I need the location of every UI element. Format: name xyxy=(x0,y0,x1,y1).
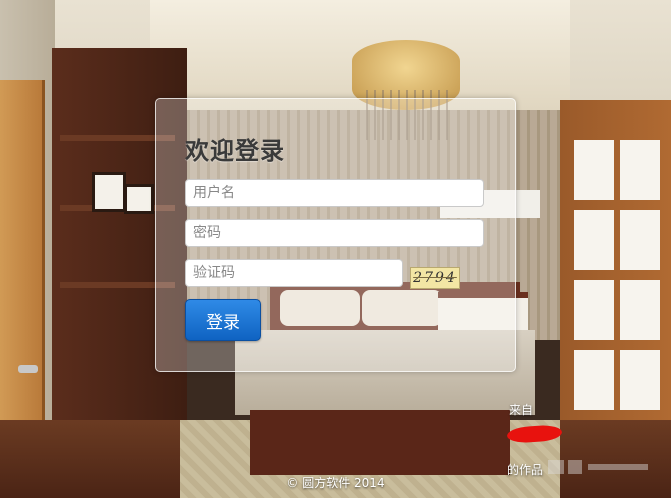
login-title: 欢迎登录 xyxy=(185,137,285,165)
captcha-image[interactable]: 2794 xyxy=(410,267,460,289)
username-input[interactable] xyxy=(185,179,484,207)
window-pane xyxy=(620,280,660,340)
door-handle xyxy=(18,365,38,373)
window-pane xyxy=(574,280,614,340)
window-pane xyxy=(620,350,660,410)
photo-frame xyxy=(92,172,126,212)
source-label: 来自 xyxy=(509,403,534,417)
password-input[interactable] xyxy=(185,219,484,247)
window-pane xyxy=(620,140,660,200)
window-pane xyxy=(574,350,614,410)
captcha-input[interactable] xyxy=(185,259,403,287)
window-pane xyxy=(574,210,614,270)
copyright-text: © 圆方软件 2014 xyxy=(286,476,385,490)
photo-frame xyxy=(124,184,154,214)
watermark-glyph xyxy=(588,464,648,470)
login-panel: 欢迎登录 2794 登录 xyxy=(155,98,516,372)
bed-frame xyxy=(250,410,510,475)
login-button[interactable]: 登录 xyxy=(185,299,261,341)
watermark-glyph xyxy=(548,460,564,474)
window-pane xyxy=(574,140,614,200)
watermark-glyph xyxy=(568,460,582,474)
window-pane xyxy=(620,210,660,270)
